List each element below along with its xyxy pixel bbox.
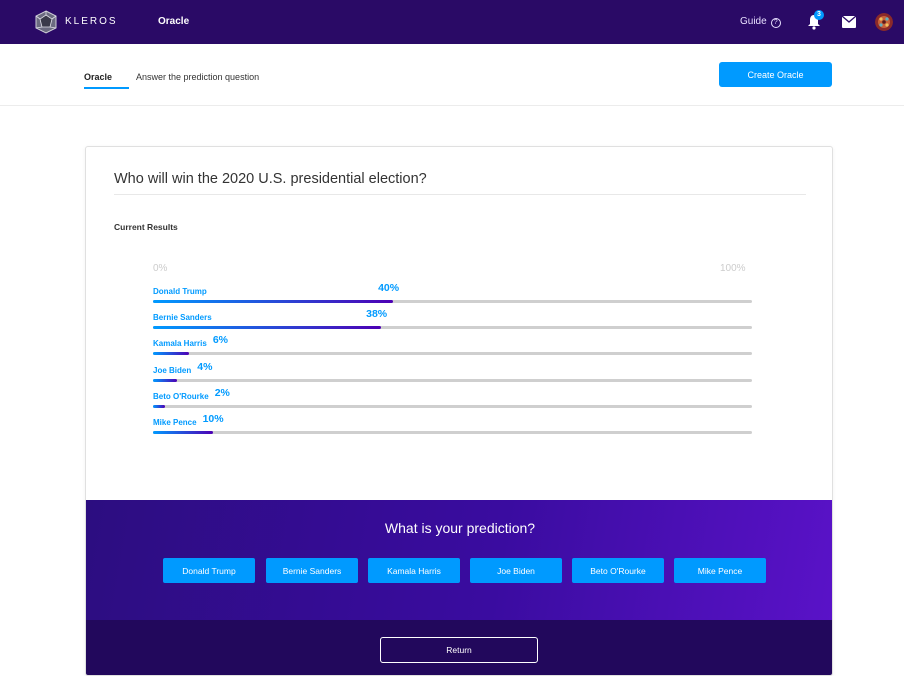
sub-navbar: Oracle Answer the prediction question Cr… <box>0 44 904 106</box>
result-bar <box>153 379 177 382</box>
avatar-icon[interactable] <box>875 13 893 31</box>
result-percent: 4% <box>197 361 213 373</box>
axis-max-label: 100% <box>720 263 746 274</box>
question-card: Who will win the 2020 U.S. presidential … <box>85 146 833 676</box>
page-subtitle: Answer the prediction question <box>136 72 260 82</box>
tab-oracle[interactable]: Oracle <box>84 72 112 82</box>
axis-min-label: 0% <box>153 263 168 274</box>
question-title: Who will win the 2020 U.S. presidential … <box>114 171 427 187</box>
result-percent: 40% <box>378 282 400 294</box>
bottom-panel: Return <box>86 620 832 675</box>
prediction-panel: What is your prediction? Donald Trump Be… <box>86 500 832 620</box>
predict-option-button[interactable]: Joe Biden <box>470 558 562 583</box>
result-bar <box>153 352 189 355</box>
result-track <box>153 300 752 303</box>
result-bar <box>153 431 213 434</box>
active-tab-indicator <box>84 87 129 89</box>
result-row: Beto O'Rourke 2% <box>153 387 752 408</box>
predict-option-button[interactable]: Mike Pence <box>674 558 766 583</box>
result-bar <box>153 326 381 329</box>
result-row: Bernie Sanders 38% <box>153 308 752 329</box>
nav-oracle-link[interactable]: Oracle <box>158 16 189 27</box>
result-row: Donald Trump 40% <box>153 282 752 303</box>
predict-option-button[interactable]: Donald Trump <box>163 558 255 583</box>
help-circle-icon: ? <box>770 18 781 28</box>
current-results-label: Current Results <box>114 222 178 232</box>
result-row: Joe Biden 4% <box>153 361 752 382</box>
result-name: Mike Pence <box>153 418 197 427</box>
result-percent: 2% <box>214 387 230 399</box>
result-percent: 6% <box>212 334 228 346</box>
divider <box>114 194 806 195</box>
result-name: Beto O'Rourke <box>153 392 209 401</box>
logo-text: KLEROS <box>65 16 118 27</box>
mail-icon[interactable] <box>842 16 856 28</box>
return-button[interactable]: Return <box>380 637 538 663</box>
result-track <box>153 326 752 329</box>
result-name: Donald Trump <box>153 287 207 296</box>
result-track <box>153 352 752 355</box>
result-percent: 38% <box>366 308 388 320</box>
result-percent: 10% <box>202 413 224 425</box>
notification-badge: 3 <box>814 10 824 20</box>
kleros-logo-icon[interactable] <box>34 10 58 34</box>
result-bar <box>153 300 393 303</box>
result-name: Bernie Sanders <box>153 313 212 322</box>
top-navbar: KLEROS Oracle Guide? 3 <box>0 0 904 44</box>
result-track <box>153 405 752 408</box>
result-row: Kamala Harris 6% <box>153 334 752 355</box>
result-track <box>153 431 752 434</box>
predict-option-button[interactable]: Kamala Harris <box>368 558 460 583</box>
prediction-title: What is your prediction? <box>384 520 536 536</box>
result-bar <box>153 405 165 408</box>
result-track <box>153 379 752 382</box>
guide-label: Guide <box>740 16 767 27</box>
result-name: Joe Biden <box>153 366 192 375</box>
predict-option-button[interactable]: Beto O'Rourke <box>572 558 664 583</box>
result-row: Mike Pence 10% <box>153 413 752 434</box>
guide-link[interactable]: Guide? <box>740 16 781 28</box>
predict-option-button[interactable]: Bernie Sanders <box>266 558 358 583</box>
create-oracle-button[interactable]: Create Oracle <box>719 62 832 87</box>
result-name: Kamala Harris <box>153 339 207 348</box>
